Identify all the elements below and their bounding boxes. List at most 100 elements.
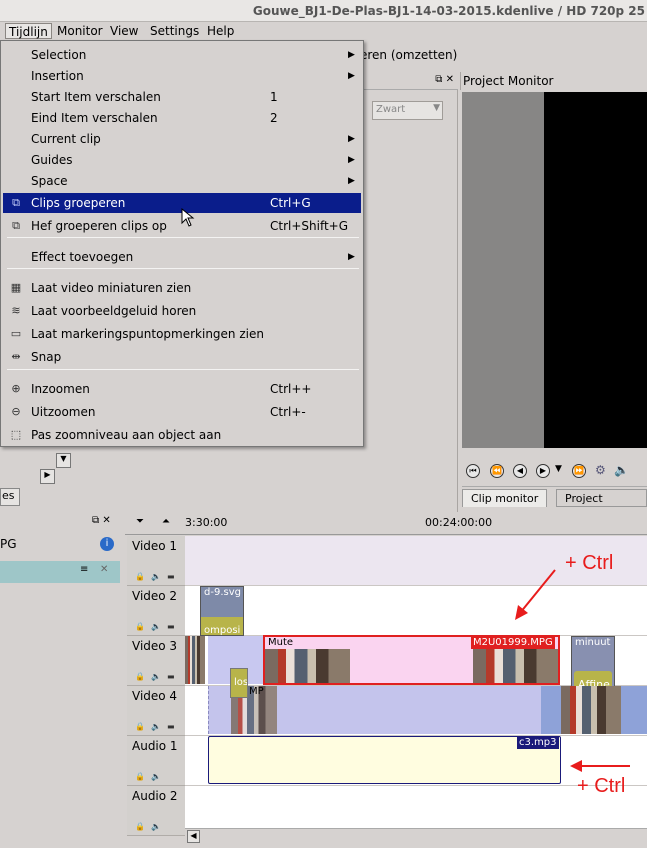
play-icon[interactable]: ▶: [536, 464, 550, 478]
menu-item-label: Hef groeperen clips op: [31, 219, 167, 233]
lock-icon[interactable]: 🔒: [135, 822, 145, 831]
menu-item-space[interactable]: Space ▶: [3, 171, 361, 191]
monitor-screen[interactable]: [544, 92, 647, 448]
track-name: Video 2: [132, 589, 178, 603]
monitor-tabs: Clip monitor Project Monitor: [462, 486, 647, 523]
mute-icon[interactable]: 🔈: [151, 722, 161, 731]
timeline-scrollbar[interactable]: ◀: [185, 828, 647, 844]
annotation-arrow-top: [515, 569, 556, 620]
lock-icon[interactable]: 🔒: [135, 622, 145, 631]
float-icon[interactable]: ⧉ ✕: [92, 515, 111, 526]
menu-item-snap[interactable]: ⇹ Snap: [3, 347, 361, 367]
menu-lines-icon[interactable]: ≡: [80, 564, 88, 575]
toolbar-strip: eren (omzetten): [360, 40, 647, 72]
menu-item-shortcut: Ctrl+Shift+G: [270, 219, 349, 233]
menu-monitor[interactable]: Monitor: [54, 23, 106, 39]
menu-view[interactable]: View: [107, 23, 141, 39]
track-header-video2[interactable]: Video 2 🔒 🔈 ▬: [127, 586, 185, 636]
menu-item-laat-voorbeeldgeluid-horen[interactable]: ≋ Laat voorbeeldgeluid horen: [3, 301, 361, 321]
menu-item-current-clip[interactable]: Current clip ▶: [3, 129, 361, 149]
zoom-marker-icon[interactable]: ⏷: [136, 516, 144, 527]
ruler-time-2: 00:24:00:00: [425, 516, 493, 529]
composite-marker[interactable]: los: [230, 668, 248, 698]
volume-icon[interactable]: 🔈: [614, 463, 629, 477]
mute-icon[interactable]: 🔈: [151, 672, 161, 681]
clip-video3-start[interactable]: [185, 636, 205, 684]
ungroup-icon: ⧉: [12, 219, 20, 232]
scroll-right-icon[interactable]: ▶: [40, 469, 55, 484]
hide-video-icon[interactable]: ▬: [167, 722, 175, 731]
track-header-video3[interactable]: Video 3 🔒 🔈 ▬: [127, 636, 185, 686]
clip-svg[interactable]: d-9.svg omposi: [200, 586, 244, 636]
menu-item-start-item-verschalen[interactable]: Start Item verschalen 1: [3, 87, 361, 107]
mute-label: Mute: [268, 637, 294, 648]
window-title: Gouwe_BJ1-De-Plas-BJ1-14-03-2015.kdenliv…: [252, 4, 645, 18]
project-selected-row[interactable]: ≡ ✕: [0, 561, 120, 583]
menu-item-shortcut: 1: [270, 90, 278, 104]
menu-item-effect-toevoegen[interactable]: Effect toevoegen ▶: [3, 247, 361, 267]
close-icon[interactable]: ✕: [100, 564, 108, 575]
lock-icon[interactable]: 🔒: [135, 722, 145, 731]
menu-item-guides[interactable]: Guides ▶: [3, 150, 361, 170]
timeline-ruler[interactable]: ⏷ ⏶ 3:30:00 00:24:00:00: [125, 513, 647, 535]
chevron-down-icon: ▼: [433, 103, 440, 113]
mute-icon[interactable]: 🔈: [151, 822, 161, 831]
menu-item-selection[interactable]: Selection ▶: [3, 45, 361, 65]
float-icon[interactable]: ⧉ ✕: [435, 74, 454, 85]
settings-icon[interactable]: ⚙: [595, 463, 606, 477]
menu-item-label: Uitzoomen: [31, 405, 96, 419]
clip-video4-right[interactable]: [541, 686, 647, 734]
lock-icon[interactable]: 🔒: [135, 572, 145, 581]
scroll-left-icon[interactable]: ◀: [187, 830, 200, 843]
menu-item-laat-markeringspuntopmerkingen-zien[interactable]: ▭ Laat markeringspuntopmerkingen zien: [3, 324, 361, 344]
lock-icon[interactable]: 🔒: [135, 772, 145, 781]
menu-separator: [7, 237, 359, 238]
menu-item-eind-item-verschalen[interactable]: Eind Item verschalen 2: [3, 108, 361, 128]
zoom-fit-icon: ⬚: [10, 428, 22, 441]
menu-settings[interactable]: Settings: [147, 23, 202, 39]
track-header-audio1[interactable]: Audio 1 🔒 🔈: [127, 736, 185, 786]
track-name: Audio 2: [132, 789, 178, 803]
hide-video-icon[interactable]: ▬: [167, 672, 175, 681]
clip-video4[interactable]: MP: [208, 686, 541, 734]
tab-clip-monitor[interactable]: Clip monitor: [462, 489, 548, 507]
info-icon[interactable]: i: [100, 537, 114, 551]
track-header-video1[interactable]: Video 1 🔒 🔈 ▬: [127, 536, 185, 586]
track-header-audio2[interactable]: Audio 2 🔒 🔈: [127, 786, 185, 836]
tab-fragment[interactable]: es: [0, 488, 20, 506]
menu-item-shortcut: Ctrl++: [270, 382, 312, 396]
track-video2[interactable]: [185, 586, 647, 636]
tab-project-monitor[interactable]: Project Monitor: [556, 489, 647, 523]
menu-help[interactable]: Help: [204, 23, 237, 39]
expand-icon[interactable]: ⏶: [162, 516, 170, 527]
hide-video-icon[interactable]: ▬: [167, 572, 175, 581]
menu-item-uitzoomen[interactable]: ⊖ Uitzoomen Ctrl+-: [3, 402, 361, 422]
mute-icon[interactable]: 🔈: [151, 772, 161, 781]
step-back-icon[interactable]: ◀: [513, 464, 527, 478]
track-header-video4[interactable]: Video 4 🔒 🔈 ▬: [127, 686, 185, 736]
annotation-top: + Ctrl: [565, 552, 614, 574]
clip-m2u01999[interactable]: Mute M2U01999.MPG: [263, 635, 560, 685]
clip-label: d-9.svg: [204, 587, 241, 598]
submenu-arrow-icon: ▶: [348, 252, 355, 262]
menu-item-insertion[interactable]: Insertion ▶: [3, 66, 361, 86]
seek-start-icon[interactable]: ⏮: [466, 464, 480, 478]
menu-item-laat-video-miniaturen-zien[interactable]: ▦ Laat video miniaturen zien: [3, 278, 361, 298]
menu-item-pas-zoomniveau-aan-object-aan[interactable]: ⬚ Pas zoomniveau aan object aan: [3, 425, 361, 445]
project-file-row[interactable]: PG i: [0, 537, 120, 555]
color-select[interactable]: Zwart ▼: [372, 101, 443, 120]
clip-c3-mp3[interactable]: c3.mp3: [208, 736, 561, 784]
menu-item-label: Eind Item verschalen: [31, 111, 158, 125]
lock-icon[interactable]: 🔒: [135, 672, 145, 681]
rewind-icon[interactable]: ⏪: [490, 464, 504, 478]
clip-label: MP: [249, 686, 264, 697]
mute-icon[interactable]: 🔈: [151, 622, 161, 631]
menu-item-inzoomen[interactable]: ⊕ Inzoomen Ctrl++: [3, 379, 361, 399]
forward-icon[interactable]: ⏩: [572, 464, 586, 478]
play-menu-icon[interactable]: ▼: [555, 464, 562, 474]
hide-video-icon[interactable]: ▬: [167, 622, 175, 631]
menu-tijdlijn[interactable]: Tijdlijn: [5, 23, 52, 39]
left-panel-fragment: ▼ ▶ es: [0, 448, 76, 512]
mute-icon[interactable]: 🔈: [151, 572, 161, 581]
scroll-down-icon[interactable]: ▼: [56, 453, 71, 468]
